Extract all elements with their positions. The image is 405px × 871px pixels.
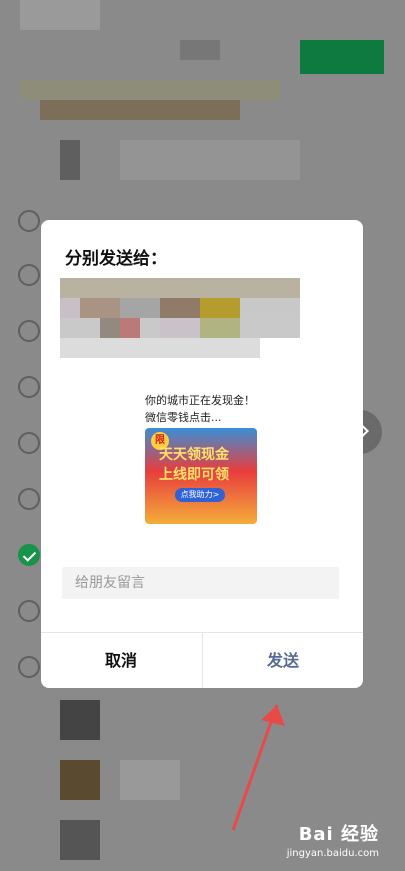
dialog-title: 分别发送给： [65, 249, 167, 269]
share-card-text: 你的城市正在发现金！微信零钱点击... [145, 394, 255, 424]
promo-cta: 点我助力> [175, 488, 225, 502]
blurred-content [60, 760, 100, 800]
blurred-content [120, 140, 300, 180]
promo-line-1: 天天领现金 [159, 447, 229, 463]
select-radio[interactable] [18, 210, 40, 232]
comment-input[interactable]: 给朋友留言 [62, 567, 339, 599]
baidu-watermark: Bai 经验 jingyan.baidu.com [287, 820, 379, 859]
select-radio[interactable] [18, 320, 40, 342]
blurred-content [60, 700, 100, 740]
select-radio[interactable] [18, 656, 40, 678]
blurred-content [20, 0, 100, 30]
share-card: 你的城市正在发现金！微信零钱点击... 限 天天领现金 上线即可领 点我助力> [137, 386, 262, 540]
blurred-content [40, 100, 240, 120]
red-pointer-arrow [231, 704, 285, 831]
dialog-actions: 取消 发送 [41, 632, 363, 688]
select-radio-checked[interactable] [18, 544, 40, 566]
blurred-content [60, 820, 100, 860]
blurred-header-button [300, 40, 384, 74]
watermark-url: jingyan.baidu.com [286, 848, 379, 859]
select-radio[interactable] [18, 432, 40, 454]
promo-image: 限 天天领现金 上线即可领 点我助力> [145, 428, 257, 524]
blurred-content [120, 760, 180, 800]
recipient-avatars-mosaic [60, 278, 300, 358]
blurred-content [20, 80, 280, 100]
cancel-button[interactable]: 取消 [41, 633, 201, 688]
select-radio[interactable] [18, 264, 40, 286]
recipient-avatars [60, 278, 300, 378]
send-button[interactable]: 发送 [202, 633, 363, 688]
select-radio[interactable] [18, 376, 40, 398]
blurred-content [60, 140, 80, 180]
send-dialog: 分别发送给： 你的城市正在发现金！微信零钱点击... 限 天天领现金 上线即可领… [41, 220, 363, 688]
blurred-content [180, 40, 220, 60]
select-radio[interactable] [18, 600, 40, 622]
select-radio[interactable] [18, 488, 40, 510]
promo-line-2: 上线即可领 [159, 467, 229, 483]
watermark-logo: Bai 经验 [298, 824, 379, 845]
